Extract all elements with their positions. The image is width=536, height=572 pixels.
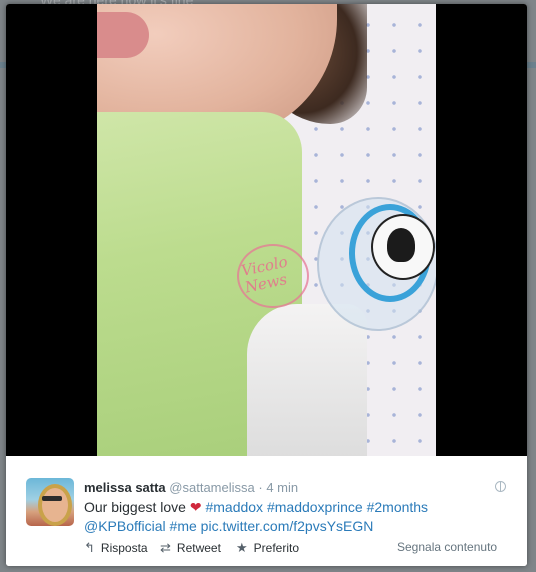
watermark-logo: Vicolo News [237, 244, 407, 314]
mention-kpbofficial[interactable]: @KPBofficial [84, 518, 166, 534]
tweet-details: melissa satta @sattamelissa · 4 min Our … [6, 456, 527, 566]
favorite-button[interactable]: ★ Preferito [236, 540, 299, 556]
photo-white-sleeve [247, 304, 367, 456]
tweet-photo[interactable]: Vicolo News [97, 4, 436, 456]
report-content-link[interactable]: Segnala contenuto [397, 540, 497, 554]
favorite-label: Preferito [253, 541, 300, 555]
retweet-label: Retweet [176, 541, 221, 555]
tweet-timestamp[interactable]: 4 min [266, 480, 298, 495]
retweet-button[interactable]: ⇄ Retweet [160, 540, 221, 556]
media-modal: Vicolo News melissa satta @sattamelissa … [6, 4, 527, 566]
hashtag-maddoxprince[interactable]: #maddoxprince [267, 499, 363, 515]
reply-label: Risposta [100, 541, 148, 555]
reply-button[interactable]: ↰ Risposta [84, 540, 148, 556]
pic-link[interactable]: pic.twitter.com/f2pvsYsEGN [201, 518, 374, 534]
star-icon: ★ [236, 540, 248, 555]
globe-icon [495, 481, 506, 492]
tweet-text-line-2: @KPBofficial #me pic.twitter.com/f2pvsYs… [84, 518, 373, 534]
reply-arrow-icon: ↰ [84, 540, 95, 555]
hashtag-maddox[interactable]: #maddox [205, 499, 263, 515]
author-name[interactable]: melissa satta [84, 480, 166, 495]
author-handle[interactable]: @sattamelissa [169, 480, 254, 495]
hashtag-2months[interactable]: #2months [367, 499, 428, 515]
tweet-header: melissa satta @sattamelissa · 4 min [84, 480, 298, 495]
tweet-text-line-1: Our biggest love ❤ #maddox #maddoxprince… [84, 499, 428, 516]
avatar[interactable] [26, 478, 74, 526]
tweet-text: Our biggest love [84, 499, 186, 515]
retweet-icon: ⇄ [160, 540, 171, 555]
hashtag-me[interactable]: #me [170, 518, 197, 534]
heart-icon: ❤ [189, 499, 202, 515]
media-viewer[interactable]: Vicolo News [6, 4, 527, 456]
separator-dot: · [258, 480, 263, 495]
photo-lips [97, 12, 149, 58]
